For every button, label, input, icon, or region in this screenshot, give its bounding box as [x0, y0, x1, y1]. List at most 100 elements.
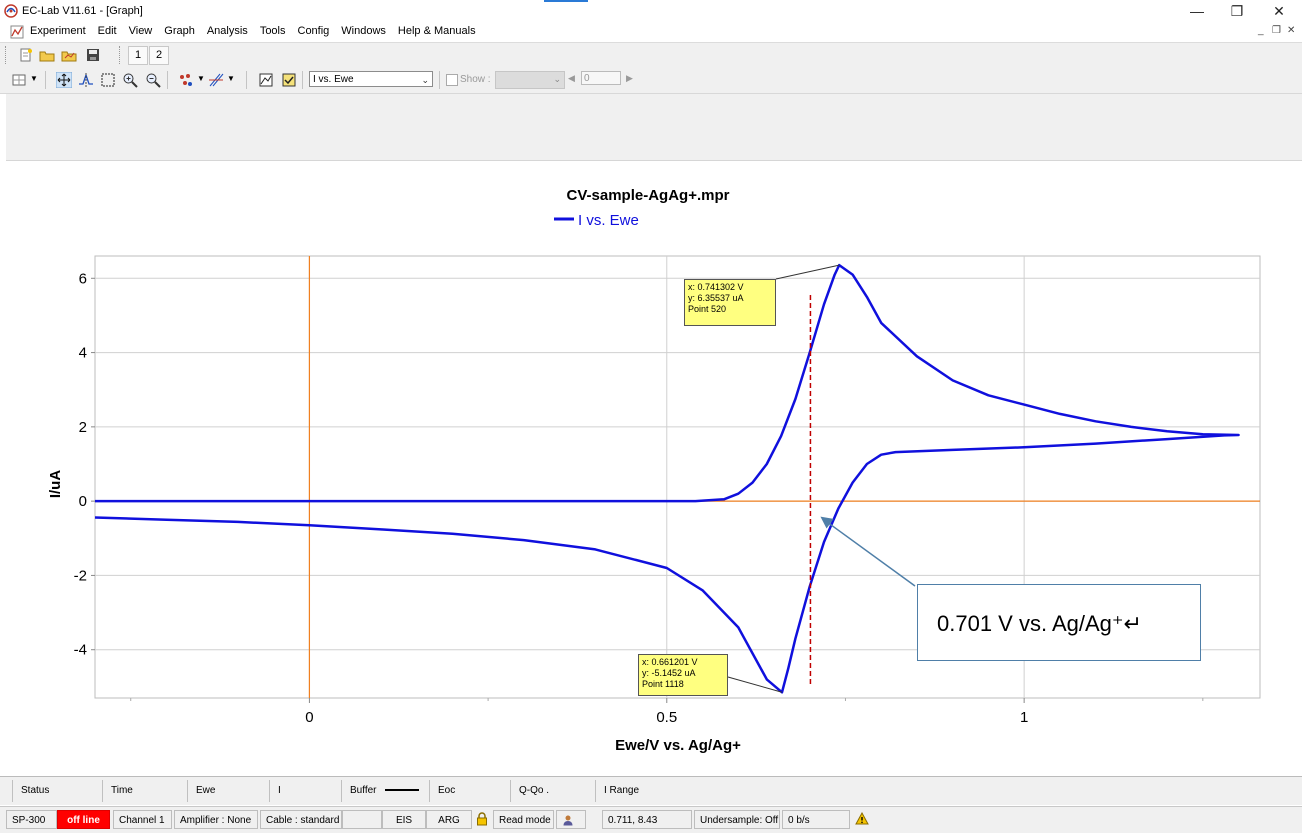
toolbar-grip[interactable] [119, 46, 123, 64]
toolbar-separator [439, 71, 440, 89]
graph-selector-dropdown[interactable]: I vs. Ewe ⌄ [309, 71, 433, 87]
tooltip-y-value: y: -5.1452 uA [642, 668, 696, 678]
mdi-close-icon[interactable]: ✕ [1287, 25, 1295, 36]
status-col-i-range: I Range [595, 780, 1295, 802]
graph-layout-icon[interactable] [11, 72, 27, 88]
save-icon[interactable] [85, 47, 101, 63]
show-checkbox[interactable] [446, 74, 458, 86]
status-col-ewe: Ewe [187, 780, 269, 802]
half-wave-potential-callout: 0.701 V vs. Ag/Ag⁺↵ [917, 584, 1201, 661]
menu-tools[interactable]: Tools [260, 25, 286, 37]
status-col-time: Time [102, 780, 187, 802]
empty-status-cell [342, 810, 382, 829]
lock-icon [477, 812, 487, 826]
scatter-format-icon[interactable] [178, 72, 194, 88]
previous-point-icon[interactable]: ◀ [568, 73, 575, 84]
status-col-status: Status [12, 780, 102, 802]
selection-check-icon[interactable] [281, 72, 297, 88]
next-point-icon[interactable]: ▶ [626, 73, 633, 84]
axis-dropdown-icon[interactable]: ▼ [227, 74, 235, 83]
title-bar: EC-Lab V11.61 - [Graph] — ❐ ✕ [0, 0, 1302, 22]
restore-button[interactable]: ❐ [1214, 0, 1260, 22]
mdi-restore-icon[interactable]: ❐ [1272, 25, 1281, 36]
axis-tool-icon[interactable] [208, 72, 224, 88]
tooltip-point-index: Point 520 [688, 304, 727, 314]
zoom-out-icon[interactable] [145, 72, 161, 88]
window-title: EC-Lab V11.61 - [Graph] [22, 5, 143, 17]
zoom-box-icon[interactable] [100, 72, 116, 88]
graph-panel[interactable]: CV-sample-AgAg+.mpr I vs. Ewe 0 0.5 1 -4 -2 0… [6, 161, 1302, 773]
status-col-i: I [269, 780, 341, 802]
layout-dropdown-icon[interactable]: ▼ [30, 74, 38, 83]
x-tick-label: 1 [1020, 709, 1028, 726]
tooltip-x-value: x: 0.741302 V [688, 282, 744, 292]
chevron-down-icon: ⌄ [553, 74, 561, 84]
menu-view[interactable]: View [129, 25, 153, 37]
ec-lab-app-icon [4, 4, 18, 18]
legend-label: I vs. Ewe [578, 212, 639, 229]
toolbar-separator [45, 71, 46, 89]
taskbar-highlight [544, 0, 588, 2]
graph-toolbar: ▼ ▼ ▼ I vs. Ewe ⌄ Show : ⌄ ◀ 0 ▶ [0, 67, 1302, 94]
cable-indicator: Cable : standard [260, 810, 342, 829]
status-header: Status Time Ewe I Buffer Eoc Q-Qo . I Ra… [0, 776, 1302, 805]
tab-graph-1[interactable]: 1 [128, 46, 148, 65]
show-dropdown[interactable]: ⌄ [495, 71, 565, 89]
cursor-peak-icon[interactable] [78, 72, 94, 88]
tooltip-peak-oxidation: x: 0.741302 V y: 6.35537 uA Point 520 [684, 279, 776, 326]
open-data-icon[interactable] [61, 47, 77, 63]
x-tick-label: 0.5 [656, 709, 677, 726]
read-mode-indicator: Read mode [493, 810, 554, 829]
pan-icon[interactable] [56, 72, 72, 88]
y-tick-label: 0 [79, 493, 87, 510]
status-col-eoc: Eoc [429, 780, 510, 802]
menu-analysis[interactable]: Analysis [207, 25, 248, 37]
zoom-in-icon[interactable] [122, 72, 138, 88]
format-dropdown-icon[interactable]: ▼ [197, 74, 205, 83]
mdi-minimize-icon[interactable]: _ [1258, 25, 1264, 36]
chevron-down-icon: ⌄ [421, 75, 429, 85]
toolbar-grip[interactable] [5, 46, 9, 64]
graph-header-area [6, 94, 1302, 161]
y-tick-label: 2 [79, 419, 87, 436]
buffer-level-bar [385, 789, 420, 792]
x-tick-label: 0 [305, 709, 313, 726]
x-axis-label: Ewe/V vs. Ag/Ag+ [615, 737, 741, 754]
menu-experiment[interactable]: Experiment [30, 25, 86, 37]
undersample-indicator: Undersample: Off [694, 810, 780, 829]
close-button[interactable]: ✕ [1256, 0, 1302, 22]
menu-config[interactable]: Config [298, 25, 330, 37]
warning-icon [855, 812, 869, 825]
connection-status-badge: off line [57, 810, 110, 829]
user-status-cell [556, 810, 586, 829]
main-toolbar: 1 2 [0, 42, 1302, 68]
new-experiment-icon[interactable] [18, 47, 34, 63]
tooltip-y-value: y: 6.35537 uA [688, 293, 744, 303]
y-tick-label: 6 [79, 270, 87, 287]
tooltip-point-index: Point 1118 [642, 679, 684, 689]
menu-help[interactable]: Help & Manuals [398, 25, 476, 37]
status-col-q-qo: Q-Qo . [510, 780, 595, 802]
user-icon [563, 815, 573, 826]
tooltip-peak-reduction: x: 0.661201 V y: -5.1452 uA Point 1118 [638, 654, 728, 696]
eis-indicator: EIS [382, 810, 426, 829]
point-index-field[interactable]: 0 [581, 71, 621, 85]
device-model: SP-300 [6, 810, 57, 829]
graph-window-icon [10, 25, 24, 39]
tab-graph-2[interactable]: 2 [149, 46, 169, 65]
y-tick-label: -4 [74, 642, 87, 659]
menu-windows[interactable]: Windows [341, 25, 386, 37]
menu-graph[interactable]: Graph [164, 25, 195, 37]
y-tick-label: 4 [79, 345, 87, 362]
status-bar: SP-300 off line Channel 1 Amplifier : No… [0, 806, 1302, 833]
tooltip-x-value: x: 0.661201 V [642, 657, 698, 667]
graph-selector-value: I vs. Ewe [313, 74, 354, 85]
y-axis-label: I/uA [47, 470, 64, 498]
toolbar-separator [302, 71, 303, 89]
graph-properties-icon[interactable] [258, 72, 274, 88]
menu-edit[interactable]: Edit [98, 25, 117, 37]
chart-title: CV-sample-AgAg+.mpr [567, 187, 730, 204]
open-folder-icon[interactable] [39, 47, 55, 63]
status-col-buffer: Buffer [341, 780, 429, 802]
cursor-coordinates: 0.711, 8.43 [602, 810, 692, 829]
